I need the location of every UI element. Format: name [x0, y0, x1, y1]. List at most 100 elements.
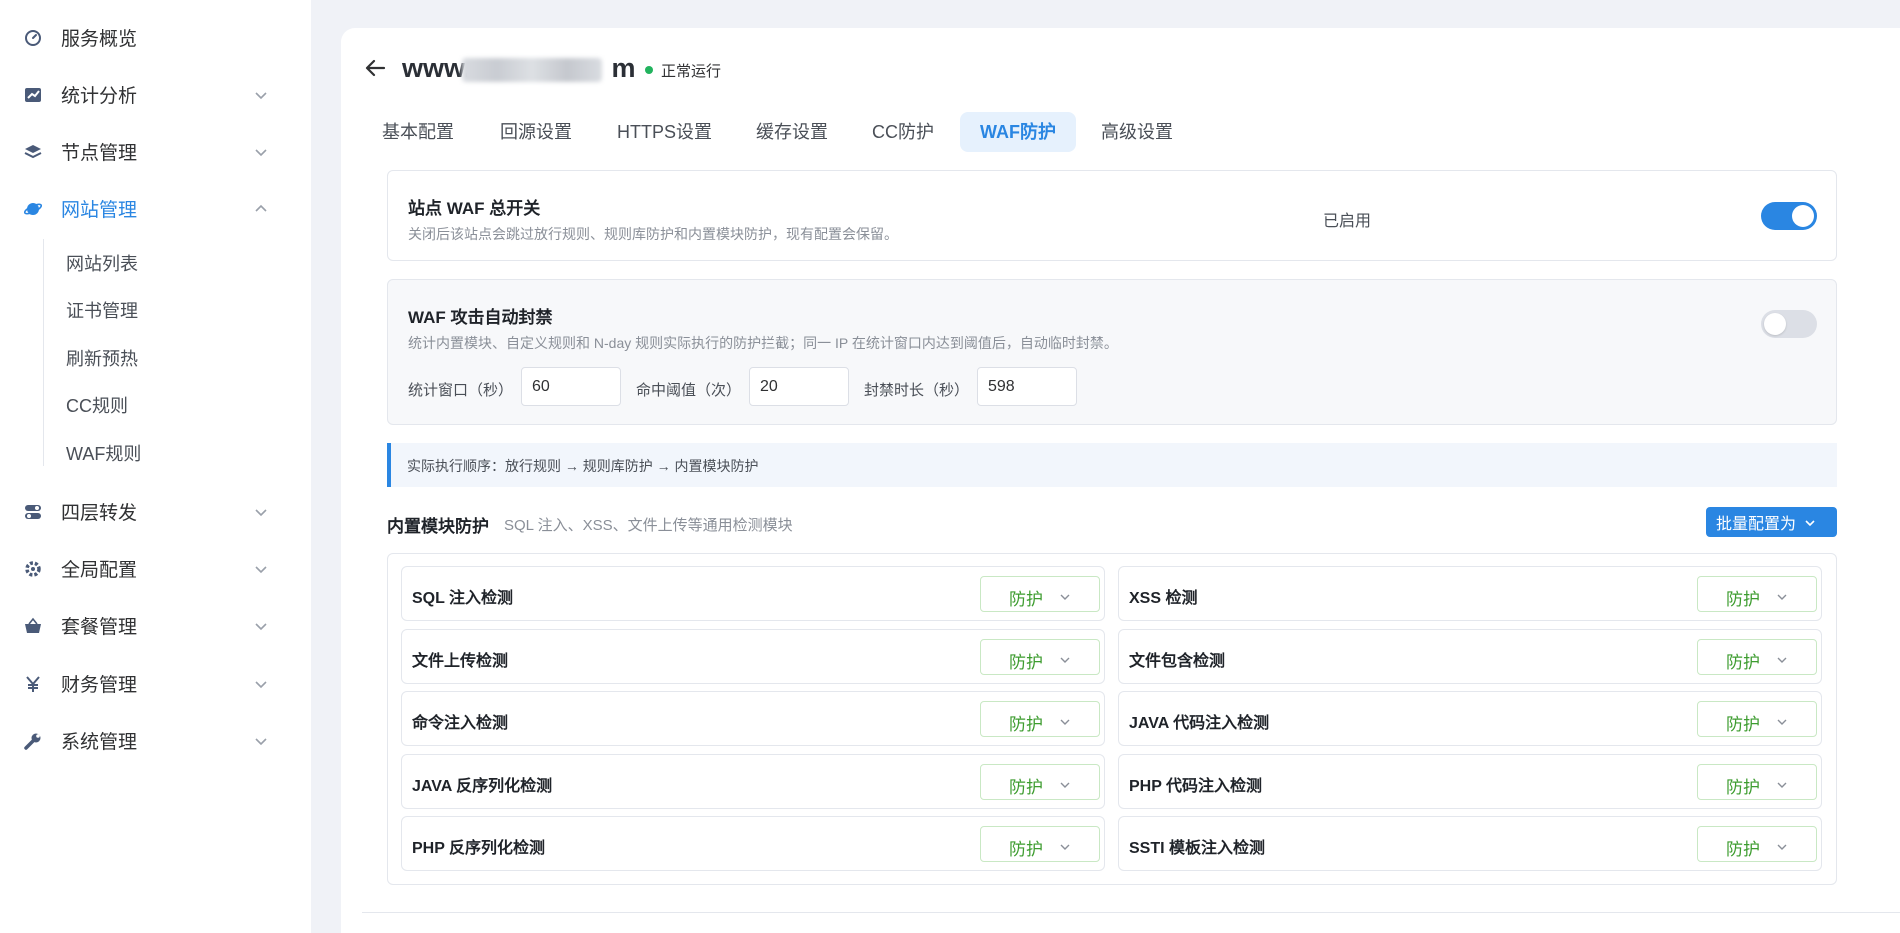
module-mode-select[interactable]: 防护: [1697, 701, 1817, 737]
nav-item-global-config[interactable]: 全局配置: [0, 540, 311, 597]
mode-value: 防护: [1009, 715, 1043, 734]
module-mode-select[interactable]: 防护: [980, 764, 1100, 800]
module-name: 命令注入检测: [412, 715, 509, 732]
module-row: 命令注入检测 防护: [401, 691, 1105, 746]
toggle-icon: [23, 502, 43, 522]
nav-item-statistics[interactable]: 统计分析: [0, 66, 311, 123]
chevron-down-icon: [1776, 590, 1788, 602]
nav-label: 系统管理: [61, 732, 138, 753]
module-row: JAVA 代码注入检测 防护: [1118, 691, 1822, 746]
layers-icon: [23, 142, 43, 162]
mode-value: 防护: [1726, 715, 1760, 734]
nav-item-finance[interactable]: 财务管理: [0, 655, 311, 712]
nav-item-websites[interactable]: 网站管理: [0, 180, 311, 237]
switch-knob: [1764, 313, 1786, 335]
tab-waf[interactable]: WAF防护: [960, 112, 1076, 152]
module-mode-select[interactable]: 防护: [1697, 639, 1817, 675]
module-name: XSS 检测: [1129, 590, 1198, 607]
chevron-down-icon: [253, 733, 269, 749]
dashboard-icon: [23, 28, 43, 48]
chevron-down-icon: [1059, 590, 1071, 602]
nav-label: 节点管理: [61, 143, 138, 164]
module-name: 文件上传检测: [412, 653, 509, 670]
tab-cache[interactable]: 缓存设置: [736, 112, 848, 152]
auto-ban-card: WAF 攻击自动封禁 统计内置模块、自定义规则和 N-day 规则实际执行的防护…: [387, 279, 1837, 425]
tab-cc[interactable]: CC防护: [852, 112, 954, 152]
batch-config-button[interactable]: 批量配置为: [1706, 507, 1837, 537]
status-indicator: [645, 66, 653, 74]
chevron-down-icon: [1059, 653, 1071, 665]
sub-item-cc-rules[interactable]: CC规则: [66, 392, 128, 418]
module-row: SSTI 模板注入检测 防护: [1118, 816, 1822, 871]
basket-icon: [23, 616, 43, 636]
sub-item-refresh[interactable]: 刷新预热: [66, 345, 138, 371]
mode-value: 防护: [1009, 840, 1043, 859]
threshold-input[interactable]: [749, 367, 849, 406]
module-mode-select[interactable]: 防护: [980, 576, 1100, 612]
chevron-down-icon: [253, 561, 269, 577]
nav-label: 四层转发: [61, 503, 138, 524]
module-mode-select[interactable]: 防护: [1697, 764, 1817, 800]
module-row: 文件包含检测 防护: [1118, 629, 1822, 684]
yen-icon: [23, 674, 43, 694]
switch-knob: [1792, 205, 1814, 227]
module-mode-select[interactable]: 防护: [1697, 826, 1817, 862]
wrench-icon: [23, 731, 43, 751]
nav-item-l4-forward[interactable]: 四层转发: [0, 483, 311, 540]
mode-value: 防护: [1726, 653, 1760, 672]
chevron-down-icon: [1059, 715, 1071, 727]
sub-item-waf-rules[interactable]: WAF规则: [66, 440, 141, 466]
module-mode-select[interactable]: 防护: [980, 826, 1100, 862]
nav-label: 套餐管理: [61, 617, 138, 638]
mode-value: 防护: [1009, 653, 1043, 672]
nav-item-packages[interactable]: 套餐管理: [0, 597, 311, 654]
module-name: 文件包含检测: [1129, 653, 1226, 670]
chevron-down-icon: [253, 87, 269, 103]
module-row: JAVA 反序列化检测 防护: [401, 754, 1105, 809]
back-arrow-icon[interactable]: [364, 56, 388, 80]
nav-item-overview[interactable]: 服务概览: [0, 9, 311, 66]
card-title: 站点 WAF 总开关: [408, 199, 541, 218]
module-row: PHP 代码注入检测 防护: [1118, 754, 1822, 809]
module-name: SQL 注入检测: [412, 590, 514, 607]
duration-input[interactable]: [977, 367, 1077, 406]
chevron-down-icon: [1776, 778, 1788, 790]
module-mode-select[interactable]: 防护: [1697, 576, 1817, 612]
mode-value: 防护: [1726, 778, 1760, 797]
module-mode-select[interactable]: 防护: [980, 639, 1100, 675]
nav-label: 统计分析: [61, 86, 138, 107]
mode-value: 防护: [1009, 590, 1043, 609]
tab-https[interactable]: HTTPS设置: [597, 112, 732, 152]
auto-ban-switch[interactable]: [1761, 310, 1817, 338]
chevron-down-icon: [1804, 516, 1816, 528]
card-description: 统计内置模块、自定义规则和 N-day 规则实际执行的防护拦截；同一 IP 在统…: [408, 335, 1118, 351]
chevron-down-icon: [253, 676, 269, 692]
module-row: XSS 检测 防护: [1118, 566, 1822, 621]
module-mode-select[interactable]: 防护: [980, 701, 1100, 737]
nav-label: 全局配置: [61, 560, 138, 581]
waf-master-switch[interactable]: [1761, 202, 1817, 230]
window-input[interactable]: [521, 367, 621, 406]
tab-advanced[interactable]: 高级设置: [1081, 112, 1193, 152]
tab-origin[interactable]: 回源设置: [480, 112, 592, 152]
card-title: WAF 攻击自动封禁: [408, 308, 553, 327]
note-text: 实际执行顺序：放行规则 → 规则库防护 → 内置模块防护: [407, 458, 759, 474]
chart-icon: [23, 85, 43, 105]
sub-item-certificates[interactable]: 证书管理: [66, 297, 138, 323]
nav-label: 财务管理: [61, 675, 138, 696]
chevron-down-icon: [1776, 715, 1788, 727]
module-name: JAVA 反序列化检测: [412, 778, 553, 795]
mode-value: 防护: [1726, 840, 1760, 859]
redacted-domain: [462, 58, 602, 82]
module-row: PHP 反序列化检测 防护: [401, 816, 1105, 871]
nav-label: 服务概览: [61, 29, 138, 50]
nav-label: 网站管理: [61, 200, 138, 221]
threshold-label: 命中阈值（次）: [636, 382, 742, 399]
nav-item-nodes[interactable]: 节点管理: [0, 123, 311, 180]
module-name: JAVA 代码注入检测: [1129, 715, 1270, 732]
waf-state-label: 已启用: [1323, 213, 1372, 230]
tab-basic[interactable]: 基本配置: [362, 112, 474, 152]
nav-item-system[interactable]: 系统管理: [0, 712, 311, 769]
modules-section-title: 内置模块防护: [387, 517, 489, 536]
sub-item-site-list[interactable]: 网站列表: [66, 250, 138, 276]
